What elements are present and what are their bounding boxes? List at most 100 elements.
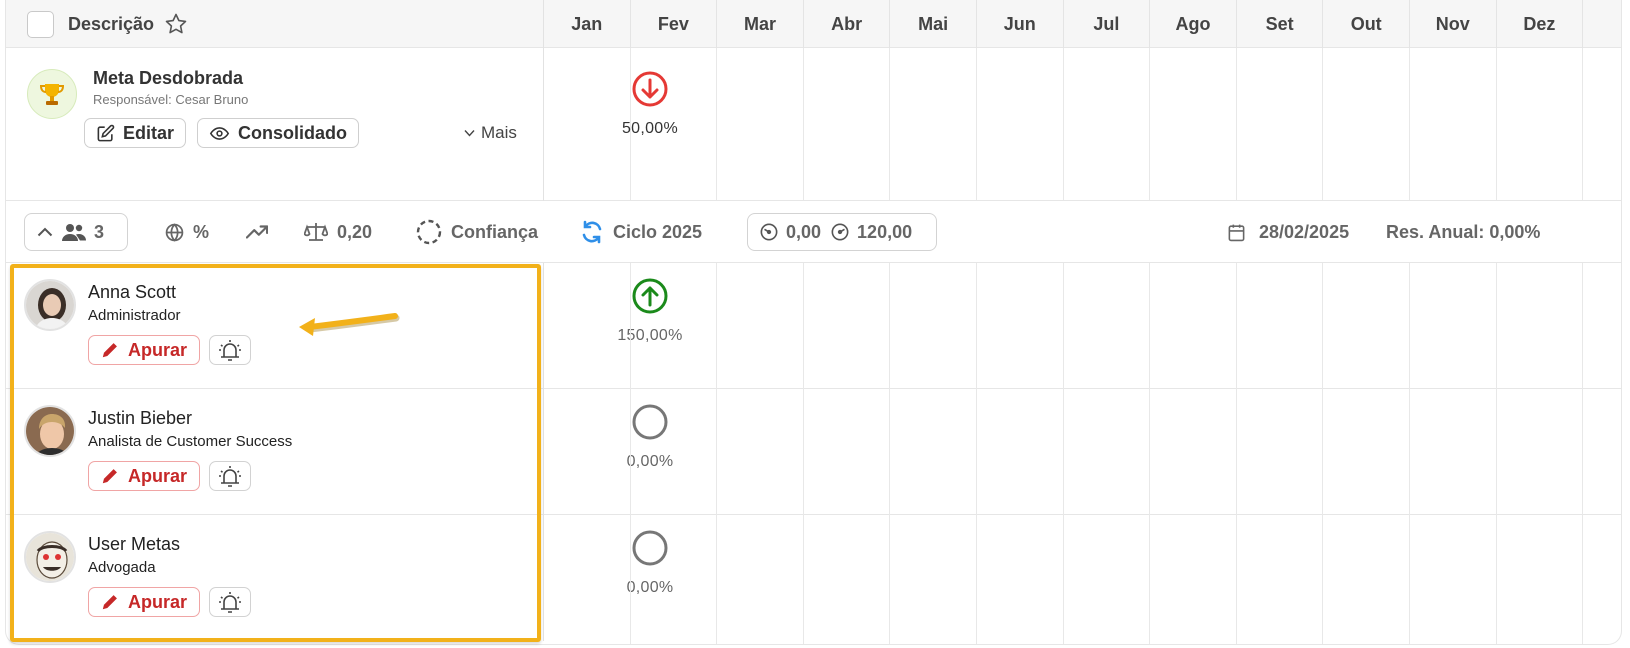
month-cell[interactable] (1323, 48, 1410, 200)
apurar-label: Apurar (127, 591, 187, 612)
month-header: Jan (544, 0, 631, 48)
month-cell[interactable] (977, 263, 1064, 644)
month-cell[interactable] (631, 263, 718, 644)
month-cell[interactable] (1497, 263, 1584, 644)
users-icon (62, 224, 86, 241)
cycle-label: Ciclo 2025 (613, 221, 703, 242)
month-cell[interactable] (804, 263, 891, 644)
goal-description-cell: Meta Desdobrada Responsável: Cesar Bruno… (6, 48, 544, 201)
calendar-icon (1228, 224, 1245, 241)
month-cell[interactable] (890, 48, 977, 200)
alarm-icon (219, 592, 241, 613)
month-cell[interactable] (717, 263, 804, 644)
refresh-icon (582, 220, 602, 244)
more-label: Mais (481, 123, 517, 142)
trophy-icon (27, 69, 77, 119)
chevron-down-icon (464, 130, 475, 137)
gauge-max-icon (831, 223, 849, 241)
arrow-annotation-icon (299, 313, 400, 336)
month-header: Mar (717, 0, 804, 48)
month-header: Dez (1497, 0, 1584, 48)
annual-result: Res. Anual: 0,00% (1386, 201, 1540, 263)
globe-icon (165, 222, 184, 242)
alert-button[interactable] (209, 335, 251, 365)
arrow-down-circle-icon (632, 71, 668, 107)
edit-icon (97, 124, 115, 141)
trend-indicator (246, 201, 277, 263)
loading-circle-icon (416, 219, 442, 245)
participants-count: 3 (94, 221, 105, 242)
range-max: 120,00 (857, 221, 913, 242)
goal-feb-cell[interactable]: 50,00% (607, 70, 693, 138)
edit-label: Editar (123, 122, 175, 143)
apurar-label: Apurar (127, 339, 187, 360)
consolidated-button[interactable]: Consolidado (197, 118, 359, 148)
month-header: Ago (1150, 0, 1237, 48)
user-name: Anna Scott (88, 282, 177, 302)
month-cell[interactable] (1410, 263, 1497, 644)
goal-toolbar: 3 % 0,20 Confiança Ciclo 2025 0,00 120,0… (6, 201, 1621, 263)
month-cell[interactable] (1323, 263, 1410, 644)
month-cell[interactable] (804, 48, 891, 200)
collapse-participants-button[interactable]: 3 (24, 213, 128, 251)
month-cell[interactable] (1497, 48, 1584, 200)
trending-up-icon (246, 225, 268, 239)
star-icon[interactable] (164, 12, 188, 36)
user-description-cell: User Metas Advogada Apurar (6, 515, 544, 641)
month-header: Nov (1410, 0, 1497, 48)
month-cell[interactable] (1237, 48, 1324, 200)
month-cell[interactable] (1150, 263, 1237, 644)
eye-icon (209, 126, 230, 140)
user-name: Justin Bieber (88, 408, 193, 428)
avatar (24, 405, 76, 457)
apurar-button[interactable]: Apurar (88, 335, 200, 365)
alert-button[interactable] (209, 587, 251, 617)
user-description-cell: Anna Scott Administrador Apurar (6, 263, 544, 389)
month-cell[interactable] (977, 48, 1064, 200)
select-all-checkbox[interactable] (27, 10, 54, 38)
month-header: Set (1237, 0, 1324, 48)
user-role: Advogada (88, 559, 156, 576)
pencil-icon (102, 469, 117, 484)
apurar-label: Apurar (127, 465, 187, 486)
month-cell[interactable] (544, 263, 631, 644)
date-indicator: 28/02/2025 (1227, 201, 1349, 263)
month-cell[interactable] (1237, 263, 1324, 644)
month-cell[interactable] (717, 48, 804, 200)
scale-icon (304, 223, 328, 241)
month-header: Mai (890, 0, 977, 48)
avatar (24, 531, 76, 583)
gauge-min-icon (760, 223, 778, 241)
confidence-indicator[interactable]: Confiança (416, 201, 538, 263)
range-pill: 0,00 120,00 (747, 213, 937, 251)
goals-table: Descrição Jan Fev Mar Abr Mai Jun Jul Ago Set Out… (5, 0, 1622, 645)
chevron-up-icon (37, 227, 53, 237)
goal-row: Meta Desdobrada Responsável: Cesar Bruno… (6, 48, 1621, 201)
more-button[interactable]: Mais (464, 123, 517, 143)
alert-button[interactable] (209, 461, 251, 491)
date-value: 28/02/2025 (1259, 221, 1350, 242)
cycle-indicator[interactable]: Ciclo 2025 (580, 201, 702, 263)
consolidated-label: Consolidado (238, 122, 347, 143)
month-cell[interactable] (1064, 263, 1151, 644)
weight-indicator: 0,20 (304, 201, 372, 263)
pencil-icon (102, 595, 117, 610)
apurar-button[interactable]: Apurar (88, 587, 200, 617)
month-cell[interactable] (1064, 48, 1151, 200)
goal-title: Meta Desdobrada (93, 68, 244, 88)
description-label: Descrição (68, 13, 155, 34)
annual-result-label: Res. Anual: 0,00% (1386, 221, 1541, 242)
month-header: Abr (804, 0, 891, 48)
month-header: Jul (1064, 0, 1151, 48)
month-cell[interactable] (890, 263, 977, 644)
user-description-cell: Justin Bieber Analista de Customer Succe… (6, 389, 544, 515)
month-header: Fev (631, 0, 718, 48)
unit-indicator: % (165, 201, 209, 263)
edit-button[interactable]: Editar (84, 118, 187, 148)
month-cell[interactable] (1150, 48, 1237, 200)
goal-feb-value: 50,00% (621, 120, 679, 137)
alarm-icon (219, 340, 241, 361)
month-header: Out (1323, 0, 1410, 48)
month-cell[interactable] (1410, 48, 1497, 200)
apurar-button[interactable]: Apurar (88, 461, 200, 491)
